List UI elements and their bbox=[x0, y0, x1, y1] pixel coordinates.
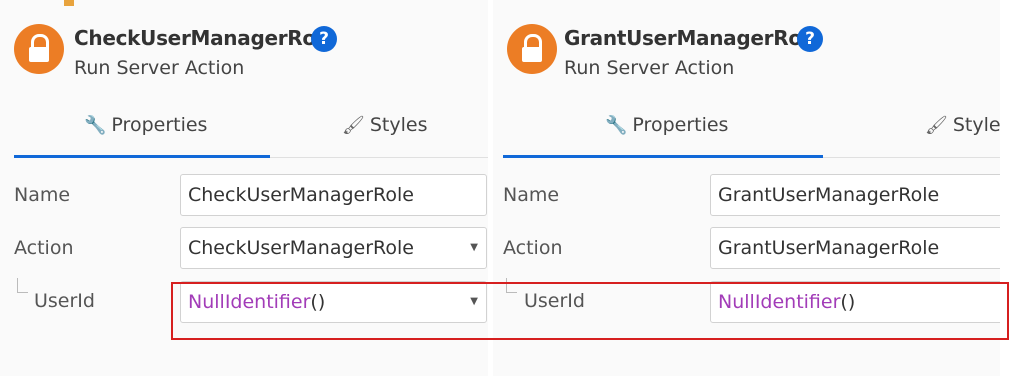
brush-icon: 🖌 bbox=[925, 115, 948, 136]
top-strip bbox=[0, 0, 488, 8]
tab-styles[interactable]: 🖌Styles bbox=[342, 114, 427, 136]
tree-connector bbox=[506, 278, 517, 293]
lock-icon bbox=[14, 24, 64, 74]
wrench-icon: 🔧 bbox=[605, 115, 628, 136]
element-subtitle: Run Server Action bbox=[74, 57, 245, 79]
tab-styles-label: Styles bbox=[952, 114, 1000, 136]
help-icon[interactable]: ? bbox=[311, 26, 337, 52]
brush-icon: 🖌 bbox=[342, 115, 365, 136]
help-icon[interactable]: ? bbox=[797, 26, 823, 52]
param-expression-input[interactable]: NullIdentifier() ▼ bbox=[180, 281, 487, 323]
tree-connector bbox=[17, 278, 28, 293]
chevron-down-icon[interactable]: ▼ bbox=[470, 282, 478, 322]
folder-icon bbox=[64, 0, 74, 6]
action-value: GrantUserManagerRole bbox=[718, 237, 940, 259]
expression-parens: () bbox=[840, 291, 856, 313]
lock-icon bbox=[507, 24, 557, 74]
param-expression-input[interactable]: NullIdentifier() bbox=[710, 281, 1000, 323]
top-strip bbox=[493, 0, 1000, 8]
tab-properties[interactable]: 🔧 Properties bbox=[84, 114, 207, 136]
action-select[interactable]: GrantUserManagerRole bbox=[710, 227, 1000, 269]
expression-function: NullIdentifier bbox=[188, 291, 311, 313]
param-label: UserId bbox=[34, 290, 95, 312]
tab-properties[interactable]: 🔧 Properties bbox=[605, 114, 728, 136]
param-label: UserId bbox=[524, 290, 585, 312]
tab-styles[interactable]: 🖌Styles bbox=[925, 114, 1000, 136]
tab-properties-label: Properties bbox=[632, 114, 729, 136]
chevron-down-icon[interactable]: ▼ bbox=[470, 228, 478, 268]
properties-panel-left: CheckUserManagerRole ? Run Server Action… bbox=[0, 0, 488, 376]
properties-panel-right: GrantUserManagerRole ? Run Server Action… bbox=[493, 0, 1000, 376]
tab-active-indicator bbox=[14, 155, 270, 158]
expression-function: NullIdentifier bbox=[718, 291, 841, 313]
action-label: Action bbox=[503, 237, 563, 259]
element-title: CheckUserManagerRole bbox=[74, 26, 336, 50]
name-label: Name bbox=[14, 184, 71, 206]
tab-styles-label: Styles bbox=[369, 114, 428, 136]
name-input[interactable]: GrantUserManagerRole bbox=[710, 174, 1000, 216]
name-input[interactable]: CheckUserManagerRole bbox=[180, 174, 487, 216]
element-title: GrantUserManagerRole bbox=[564, 26, 822, 50]
expression-parens: () bbox=[310, 291, 326, 313]
name-label: Name bbox=[503, 184, 560, 206]
action-label: Action bbox=[14, 237, 74, 259]
action-select[interactable]: CheckUserManagerRole ▼ bbox=[180, 227, 487, 269]
tab-active-indicator bbox=[503, 155, 823, 158]
action-value: CheckUserManagerRole bbox=[188, 237, 414, 259]
tab-properties-label: Properties bbox=[111, 114, 208, 136]
wrench-icon: 🔧 bbox=[84, 115, 107, 136]
element-subtitle: Run Server Action bbox=[564, 57, 735, 79]
